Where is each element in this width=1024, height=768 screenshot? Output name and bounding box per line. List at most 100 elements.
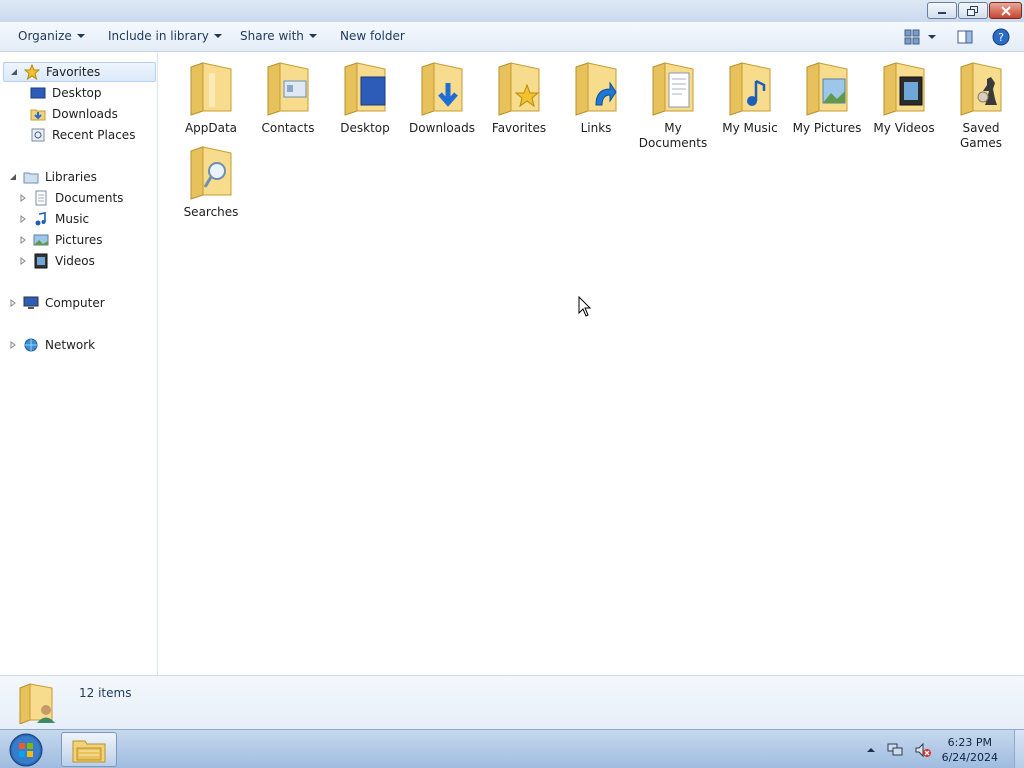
nav-item-downloads[interactable]: Downloads <box>30 104 118 124</box>
videos-folder-icon <box>880 61 928 117</box>
chevron-down-icon <box>928 35 936 39</box>
pictures-folder-icon <box>803 61 851 117</box>
desktop-folder-icon <box>341 61 389 117</box>
pictures-icon <box>33 234 49 246</box>
system-tray: 6:23 PM 6/24/2024 <box>866 730 1018 768</box>
collapsed-arrow-icon <box>10 299 16 307</box>
include-in-library-menu[interactable]: Include in library <box>108 29 222 43</box>
chevron-down-icon <box>308 34 317 38</box>
folder-item-appdata[interactable]: AppData <box>172 61 250 136</box>
user-folder-icon <box>19 683 55 724</box>
minimize-button[interactable] <box>927 2 957 19</box>
folder-item-my-music[interactable]: My Music <box>711 61 789 136</box>
taskbar: 6:23 PM 6/24/2024 <box>0 729 1024 768</box>
expanded-arrow-icon <box>11 69 17 75</box>
collapsed-arrow-icon <box>20 236 26 244</box>
help-button[interactable]: ? <box>990 27 1012 47</box>
nav-computer-label: Computer <box>45 296 105 310</box>
music-folder-icon <box>726 61 774 117</box>
item-count: 12 items <box>79 686 132 700</box>
nav-item-label: Music <box>55 212 90 226</box>
share-with-label: Share with <box>240 29 304 43</box>
documents-icon <box>35 190 47 206</box>
chevron-down-icon <box>76 34 85 38</box>
folder-item-searches[interactable]: Searches <box>172 145 250 220</box>
volume-muted-icon[interactable] <box>914 742 932 758</box>
folder-item-favorites[interactable]: Favorites <box>480 61 558 136</box>
folder-label: My Documents <box>638 121 708 150</box>
favorites-folder-icon <box>495 61 543 117</box>
games-folder-icon <box>957 61 1005 117</box>
folder-item-saved-games[interactable]: Saved Games <box>942 61 1020 151</box>
folder-label: Saved Games <box>960 121 1002 150</box>
organize-label: Organize <box>18 29 72 43</box>
nav-item-recent-places[interactable]: Recent Places <box>30 125 135 145</box>
nav-libraries-label: Libraries <box>45 170 97 184</box>
folder-item-downloads[interactable]: Downloads <box>403 61 481 136</box>
folder-item-my-documents[interactable]: My Documents <box>634 61 712 151</box>
change-view-button[interactable] <box>900 27 940 47</box>
folder-label: My Pictures <box>792 121 862 135</box>
details-pane: 12 items <box>0 675 1024 729</box>
help-icon: ? <box>992 28 1010 46</box>
folder-label: Desktop <box>340 121 390 135</box>
preview-pane-button[interactable] <box>955 27 975 47</box>
title-bar[interactable] <box>0 0 1024 22</box>
folder-item-contacts[interactable]: Contacts <box>249 61 327 136</box>
folder-label: My Videos <box>873 121 935 135</box>
organize-menu[interactable]: Organize <box>18 29 85 43</box>
show-desktop-button[interactable] <box>1014 730 1024 768</box>
explorer-icon <box>72 740 106 762</box>
folder-item-my-videos[interactable]: My Videos <box>865 61 943 136</box>
share-with-menu[interactable]: Share with <box>240 29 317 43</box>
nav-item-documents[interactable]: Documents <box>19 188 123 208</box>
preview-pane-icon <box>957 30 973 44</box>
chevron-down-icon <box>213 34 222 38</box>
nav-item-music[interactable]: Music <box>19 209 89 229</box>
collapsed-arrow-icon <box>20 215 26 223</box>
restore-button[interactable] <box>958 2 988 19</box>
folder-item-desktop[interactable]: Desktop <box>326 61 404 136</box>
taskbar-explorer-button[interactable] <box>61 732 117 767</box>
folder-label: Downloads <box>409 121 475 135</box>
nav-libraries[interactable]: Libraries <box>9 167 97 187</box>
close-button[interactable] <box>989 2 1022 19</box>
view-icon <box>904 29 920 45</box>
nav-item-pictures[interactable]: Pictures <box>19 230 103 250</box>
nav-network-label: Network <box>45 338 96 352</box>
downloads-folder-icon <box>418 61 466 117</box>
new-folder-button[interactable]: New folder <box>340 29 405 43</box>
show-hidden-icons-icon[interactable] <box>866 746 876 754</box>
nav-computer[interactable]: Computer <box>9 293 105 313</box>
nav-favorites[interactable]: Favorites <box>3 62 156 82</box>
nav-item-label: Recent Places <box>52 128 136 142</box>
new-folder-label: New folder <box>340 29 405 43</box>
command-bar: Organize Include in library Share with N… <box>0 22 1024 52</box>
folder-item-my-pictures[interactable]: My Pictures <box>788 61 866 136</box>
folder-label: Favorites <box>491 121 547 135</box>
nav-item-desktop[interactable]: Desktop <box>30 83 102 103</box>
folder-icon <box>187 61 235 117</box>
start-button[interactable] <box>6 732 46 768</box>
nav-item-label: Documents <box>55 191 124 205</box>
documents-folder-icon <box>649 61 697 117</box>
videos-icon <box>34 253 48 269</box>
clock[interactable]: 6:23 PM 6/24/2024 <box>942 735 998 765</box>
links-folder-icon <box>572 61 620 117</box>
network-status-icon[interactable] <box>886 742 904 758</box>
navigation-pane: Favorites Desktop Downloads Recent Place… <box>0 53 158 675</box>
music-icon <box>35 212 46 226</box>
computer-icon <box>23 296 39 309</box>
downloads-icon <box>30 109 46 121</box>
nav-network[interactable]: Network <box>9 335 95 355</box>
collapsed-arrow-icon <box>10 341 16 349</box>
file-list[interactable]: AppData Contacts Desktop Downloads Favor… <box>159 53 1024 675</box>
windows-logo-icon <box>9 733 43 767</box>
collapsed-arrow-icon <box>20 257 26 265</box>
folder-item-links[interactable]: Links <box>557 61 635 136</box>
window-controls <box>927 2 1022 19</box>
folder-label: My Music <box>722 121 778 135</box>
contacts-folder-icon <box>264 61 312 117</box>
nav-item-videos[interactable]: Videos <box>19 251 95 271</box>
nav-favorites-label: Favorites <box>46 65 101 79</box>
